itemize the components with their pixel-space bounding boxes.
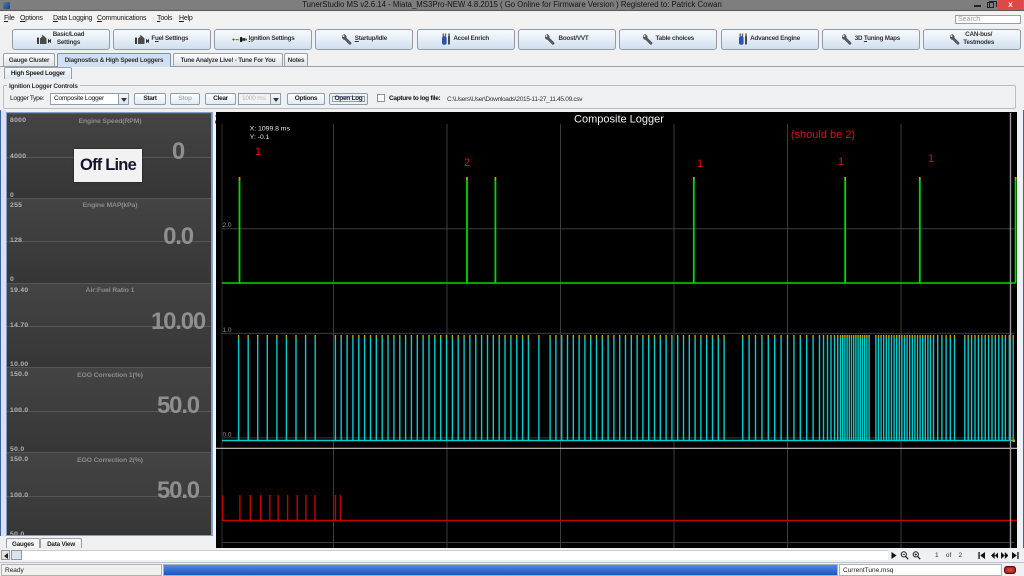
svg-text:X: 1099.8 ms: X: 1099.8 ms — [250, 126, 291, 133]
svg-text:1: 1 — [697, 158, 703, 170]
svg-text:Composite Logger: Composite Logger — [574, 114, 664, 126]
svg-text:2: 2 — [464, 157, 470, 169]
svg-text:0.0: 0.0 — [223, 431, 232, 438]
svg-text:1.0: 1.0 — [223, 327, 232, 334]
svg-text:2.0: 2.0 — [223, 222, 232, 229]
svg-text:(should be 2): (should be 2) — [791, 129, 855, 141]
svg-text:1: 1 — [255, 146, 261, 158]
svg-text:1: 1 — [928, 153, 934, 165]
svg-text:Y: -0.1: Y: -0.1 — [250, 134, 270, 141]
svg-text:1: 1 — [838, 156, 844, 168]
